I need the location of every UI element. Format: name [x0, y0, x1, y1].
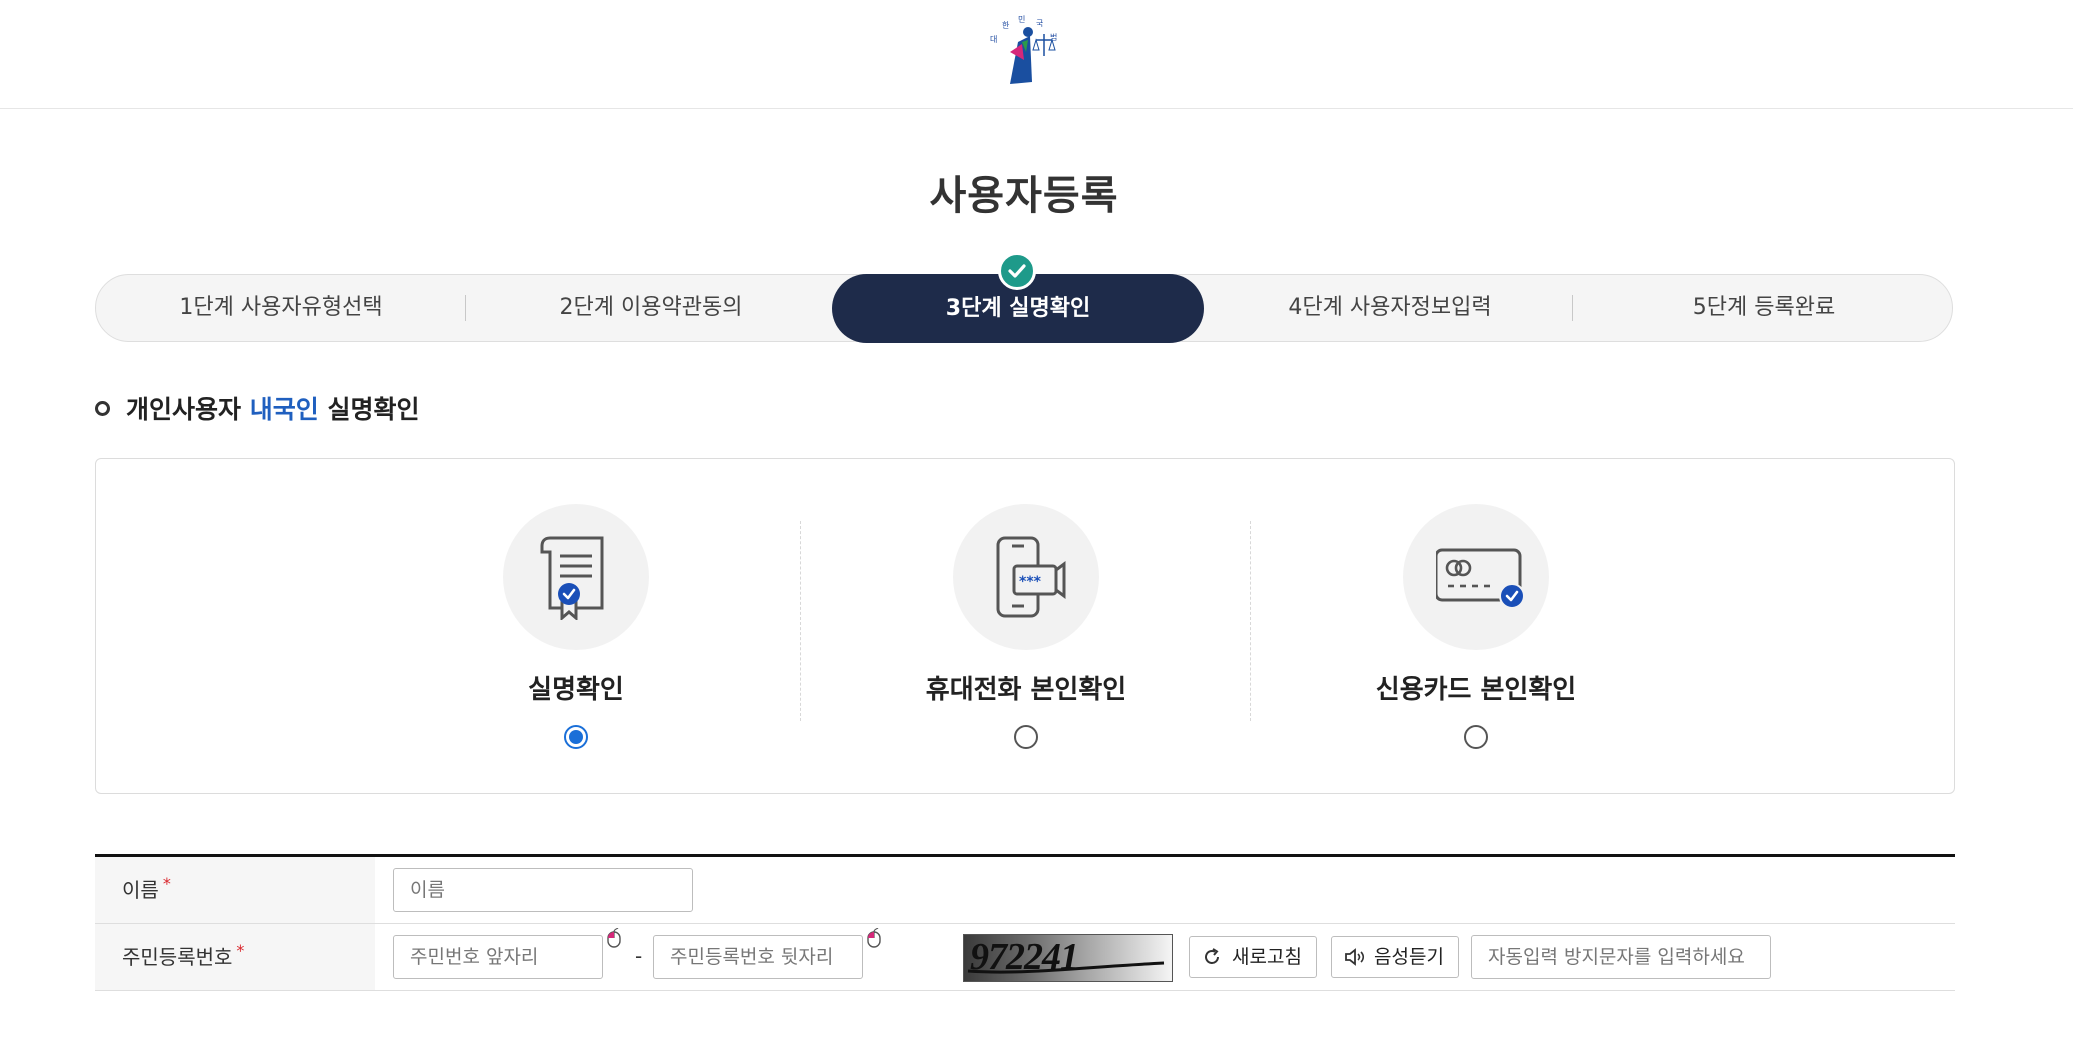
- form-row-name: 이름 * 이름: [95, 857, 1955, 924]
- rrn-front-input[interactable]: 주민번호 앞자리: [393, 935, 603, 979]
- method-divider: [800, 521, 801, 721]
- method-divider: [1250, 521, 1251, 721]
- virtual-keyboard-mouse-icon[interactable]: [607, 928, 621, 948]
- method-credit-card[interactable]: 신용카드 본인확인: [1326, 459, 1626, 795]
- method-radio[interactable]: [1014, 725, 1038, 749]
- step-2: 2단계 이용약관동의: [559, 295, 743, 320]
- identity-form: 이름 * 이름 주민등록번호 * 주민번호 앞자리 - 주민등록번호 뒷자리 972…: [95, 854, 1955, 991]
- method-icon-circle: [503, 504, 649, 650]
- section-title: 개인사용자 내국인 실명확인: [95, 390, 419, 426]
- section-title-highlight: 내국인: [249, 395, 319, 424]
- captcha-refresh-button[interactable]: 새로고침: [1189, 936, 1317, 978]
- method-icon-circle: [1403, 504, 1549, 650]
- refresh-icon: [1205, 948, 1219, 964]
- section-title-prefix: 개인사용자: [126, 395, 250, 424]
- method-label: 휴대전화 본인확인: [925, 675, 1127, 705]
- step-4: 4단계 사용자정보입력: [1288, 295, 1492, 320]
- method-mobile-phone[interactable]: *** 휴대전화 본인확인: [876, 459, 1176, 795]
- captcha-image: 972241: [963, 934, 1173, 982]
- step-1: 1단계 사용자유형선택: [179, 295, 383, 320]
- refresh-label: 새로고침: [1232, 946, 1302, 968]
- captcha-audio-button[interactable]: 음성듣기: [1331, 936, 1459, 978]
- circle-bullet-icon: [95, 400, 110, 416]
- svg-text:국: 국: [1036, 19, 1043, 28]
- captcha-input[interactable]: 자동입력 방지문자를 입력하세요: [1471, 935, 1771, 979]
- form-row-rrn: 주민등록번호 * 주민번호 앞자리 - 주민등록번호 뒷자리 972241 새로…: [95, 924, 1955, 991]
- method-label: 실명확인: [528, 675, 624, 705]
- name-label: 이름 *: [95, 857, 375, 923]
- speaker-icon: [1345, 948, 1365, 966]
- svg-text:한: 한: [1002, 21, 1010, 30]
- required-mark: *: [236, 941, 245, 960]
- method-real-name[interactable]: 실명확인: [426, 459, 726, 795]
- virtual-keyboard-mouse-icon[interactable]: [867, 928, 881, 948]
- name-input[interactable]: 이름: [393, 868, 693, 912]
- required-mark: *: [162, 874, 171, 893]
- certificate-icon: [540, 536, 604, 620]
- step-5: 5단계 등록완료: [1692, 295, 1836, 320]
- mobile-phone-icon: ***: [996, 536, 1066, 618]
- method-label: 신용카드 본인확인: [1375, 675, 1577, 705]
- svg-text:***: ***: [1019, 574, 1042, 590]
- rrn-separator: -: [635, 944, 643, 968]
- verification-method-box: 실명확인 *** 휴대전화 본인확인 신용카드 본인확인: [95, 458, 1955, 794]
- svg-text:민: 민: [1018, 14, 1025, 24]
- captcha-noise-line: [967, 961, 1165, 974]
- section-title-suffix: 실명확인: [318, 395, 420, 424]
- current-step-check-icon: [998, 252, 1036, 290]
- rrn-label: 주민등록번호 *: [95, 924, 375, 990]
- credit-card-icon: [1436, 548, 1525, 609]
- site-header: 대 한 민 국 법: [0, 0, 2073, 109]
- method-radio-selected[interactable]: [564, 725, 588, 749]
- audio-label: 음성듣기: [1374, 946, 1444, 968]
- method-radio[interactable]: [1464, 725, 1488, 749]
- court-logo-icon[interactable]: 대 한 민 국 법: [980, 12, 1068, 90]
- svg-text:대: 대: [990, 35, 997, 44]
- rrn-back-input[interactable]: 주민등록번호 뒷자리: [653, 935, 863, 979]
- name-label-text: 이름: [122, 878, 159, 902]
- step-divider: [1572, 295, 1573, 321]
- rrn-label-text: 주민등록번호: [122, 945, 233, 969]
- method-icon-circle: ***: [953, 504, 1099, 650]
- page-title: 사용자등록: [929, 173, 1119, 219]
